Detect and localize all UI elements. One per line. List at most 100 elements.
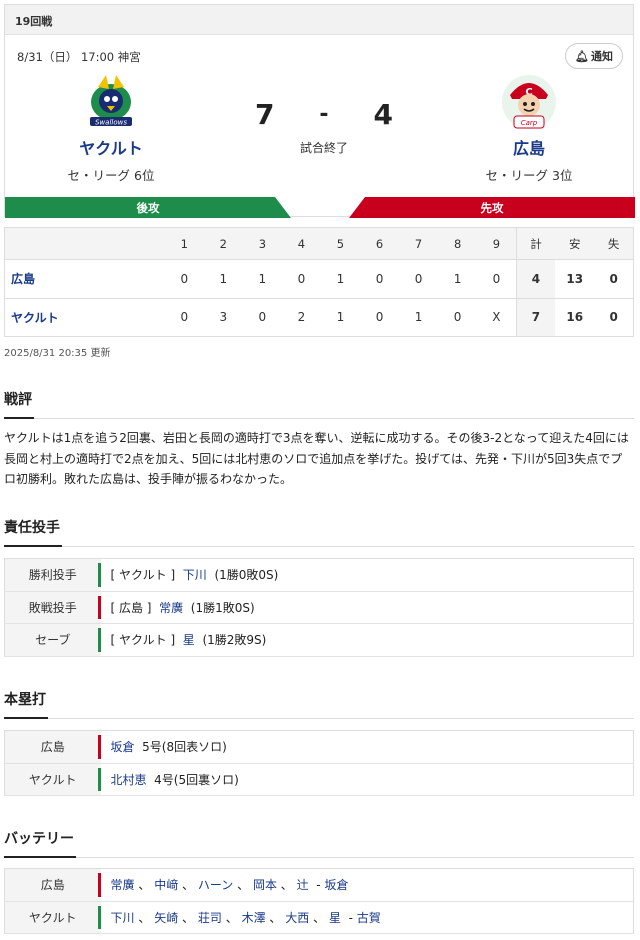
- away-team-rank: セ・リーグ 3位: [485, 168, 573, 183]
- notify-button[interactable]: 🔔︎ 通知: [565, 43, 623, 69]
- hits-header: 安: [555, 227, 595, 260]
- pitcher-row-win: 勝利投手 [ ヤクルト ] 下川 (1勝0敗0S): [4, 558, 634, 591]
- homerun-player-link[interactable]: 北村恵: [111, 773, 147, 787]
- pitcher-team: [ ヤクルト ]: [110, 633, 176, 648]
- pitchers-table: 勝利投手 [ ヤクルト ] 下川 (1勝0敗0S) 敗戦投手 [ 広島 ] 常廣…: [4, 558, 634, 657]
- inning-score: 1: [203, 259, 243, 299]
- svg-text:Swallows: Swallows: [95, 119, 127, 127]
- battery-catcher-link[interactable]: 坂倉: [324, 878, 348, 892]
- battery-pitcher-link[interactable]: 星: [329, 911, 341, 925]
- score-separator: -: [319, 102, 329, 127]
- inning-header: 1: [164, 227, 204, 260]
- inning-score: 0: [359, 259, 400, 299]
- inning-score: 0: [359, 297, 400, 337]
- scoreline: 7 - 4: [255, 98, 393, 132]
- updated-timestamp: 2025/8/31 20:35 更新: [4, 348, 111, 359]
- total-hits: 16: [555, 297, 595, 337]
- pitcher-record: (1勝0敗0S): [214, 568, 279, 583]
- battery-pitcher-link[interactable]: 常廣: [111, 878, 135, 892]
- scoreboard-team-link[interactable]: 広島: [4, 259, 165, 299]
- battery-row: 広島 常廣 、 中﨑 、 ハーン 、 岡本 、 辻 - 坂倉: [4, 868, 634, 901]
- homeruns-table: 広島 坂倉 5号(8回表ソロ) ヤクルト 北村恵 4号(5回裏ソロ): [4, 730, 634, 796]
- battery-separator: 、: [280, 878, 293, 893]
- inning-score: 1: [399, 297, 439, 337]
- inning-header: 7: [399, 227, 439, 260]
- inning-header: 6: [359, 227, 400, 260]
- homerun-info: 5号(8回表ソロ): [142, 740, 227, 755]
- battery-pitcher-link[interactable]: 岡本: [253, 878, 277, 892]
- battery-pitcher-link[interactable]: ハーン: [198, 878, 233, 892]
- battery-pitcher-link[interactable]: 大西: [285, 911, 309, 925]
- pitcher-role: セーブ: [4, 623, 101, 656]
- scoreboard-team-link[interactable]: ヤクルト: [4, 297, 165, 337]
- pitcher-name-link[interactable]: 星: [183, 633, 195, 647]
- swallows-logo-icon[interactable]: Swallows: [82, 73, 140, 131]
- pitchers-heading-text: 責任投手: [4, 517, 62, 547]
- battery-separator: 、: [269, 910, 282, 925]
- battery-pitcher-link[interactable]: 木澤: [242, 911, 266, 925]
- battery-separator: 、: [182, 910, 195, 925]
- battery-pitcher-link[interactable]: 荘司: [198, 911, 222, 925]
- battery-row: ヤクルト 下川 、 矢崎 、 荘司 、 木澤 、 大西 、 星 - 古賀: [4, 901, 634, 934]
- homerun-team: 広島: [4, 730, 101, 763]
- battery-separator: 、: [138, 910, 151, 925]
- inning-header: 9: [477, 227, 517, 260]
- homerun-detail: 坂倉 5号(8回表ソロ): [101, 731, 634, 764]
- battery-separator: 、: [182, 878, 195, 893]
- battery-players: 下川 、 矢崎 、 荘司 、 木澤 、 大西 、 星 - 古賀: [101, 901, 634, 934]
- pitcher-detail: [ ヤクルト ] 星 (1勝2敗9S): [101, 624, 634, 657]
- total-errors: 0: [594, 297, 634, 337]
- homerun-team: ヤクルト: [4, 763, 101, 796]
- homerun-info: 4号(5回裏ソロ): [154, 772, 239, 787]
- battery-pitcher-link[interactable]: 辻: [297, 878, 309, 892]
- homerun-player-link[interactable]: 坂倉: [111, 740, 135, 754]
- scoreboard-header-row: 1 2 3 4 5 6 7 8 9 計 安 失: [4, 227, 634, 260]
- homerun-detail: 北村恵 4号(5回裏ソロ): [101, 763, 634, 796]
- battery-catcher-prefix: -: [348, 910, 357, 925]
- carp-logo-icon[interactable]: C Carp: [500, 73, 558, 131]
- battery-pitcher-link[interactable]: 中﨑: [154, 878, 178, 892]
- inning-score: 1: [320, 297, 360, 337]
- homerun-row: ヤクルト 北村恵 4号(5回裏ソロ): [4, 763, 634, 796]
- away-team: C Carp 広島 セ・リーグ 3位: [449, 73, 609, 184]
- inning-score: 0: [164, 259, 204, 299]
- total-errors: 0: [594, 259, 634, 299]
- away-team-name[interactable]: 広島: [449, 135, 609, 159]
- pitcher-team: [ ヤクルト ]: [110, 568, 176, 583]
- inning-header: 8: [438, 227, 478, 260]
- battery-separator: 、: [225, 910, 238, 925]
- home-team-rank: セ・リーグ 6位: [67, 168, 155, 183]
- homerun-row: 広島 坂倉 5号(8回表ソロ): [4, 730, 634, 764]
- battery-catcher-link[interactable]: 古賀: [357, 911, 381, 925]
- battery-heading: バッテリー: [4, 828, 634, 858]
- inning-score: 1: [438, 259, 478, 299]
- pitcher-name-link[interactable]: 常廣: [159, 601, 183, 615]
- inning-score: 2: [281, 297, 321, 337]
- inning-score: 0: [438, 297, 478, 337]
- homeruns-heading: 本塁打: [4, 689, 634, 719]
- battery-heading-text: バッテリー: [4, 828, 76, 858]
- pitcher-detail: [ 広島 ] 常廣 (1勝1敗0S): [101, 591, 634, 624]
- pitcher-row-loss: 敗戦投手 [ 広島 ] 常廣 (1勝1敗0S): [4, 591, 634, 624]
- pitcher-team: [ 広島 ]: [110, 600, 152, 615]
- scoreboard-row-away: 広島 0 1 1 0 1 0 0 1 0 4 13 0: [4, 259, 634, 299]
- battery-pitcher-link[interactable]: 下川: [111, 911, 135, 925]
- pitcher-role: 勝利投手: [4, 558, 101, 591]
- away-bat-order-bar: 先攻: [349, 197, 635, 218]
- game-datetime-venue: 8/31（日） 17:00 神宮: [17, 50, 141, 64]
- home-team-name[interactable]: ヤクルト: [31, 135, 191, 159]
- notify-label: 通知: [590, 50, 613, 63]
- round-label: 19回戦: [5, 5, 633, 35]
- battery-pitcher-link[interactable]: 矢崎: [154, 911, 178, 925]
- inning-score: 0: [477, 259, 517, 299]
- team-column-header: [4, 227, 165, 260]
- home-bat-order-bar: 後攻: [5, 197, 291, 218]
- battery-team: ヤクルト: [4, 901, 101, 934]
- game-card: 19回戦 8/31（日） 17:00 神宮 🔔︎ 通知 Swallows ヤクル…: [4, 4, 635, 218]
- pitcher-name-link[interactable]: 下川: [183, 568, 207, 582]
- battery-team: 広島: [4, 868, 101, 901]
- scoreboard-row-home: ヤクルト 0 3 0 2 1 0 1 0 X 7 16 0: [4, 297, 634, 337]
- review-heading: 戦評: [4, 389, 634, 419]
- review-heading-text: 戦評: [4, 389, 34, 419]
- battery-separator: 、: [138, 878, 151, 893]
